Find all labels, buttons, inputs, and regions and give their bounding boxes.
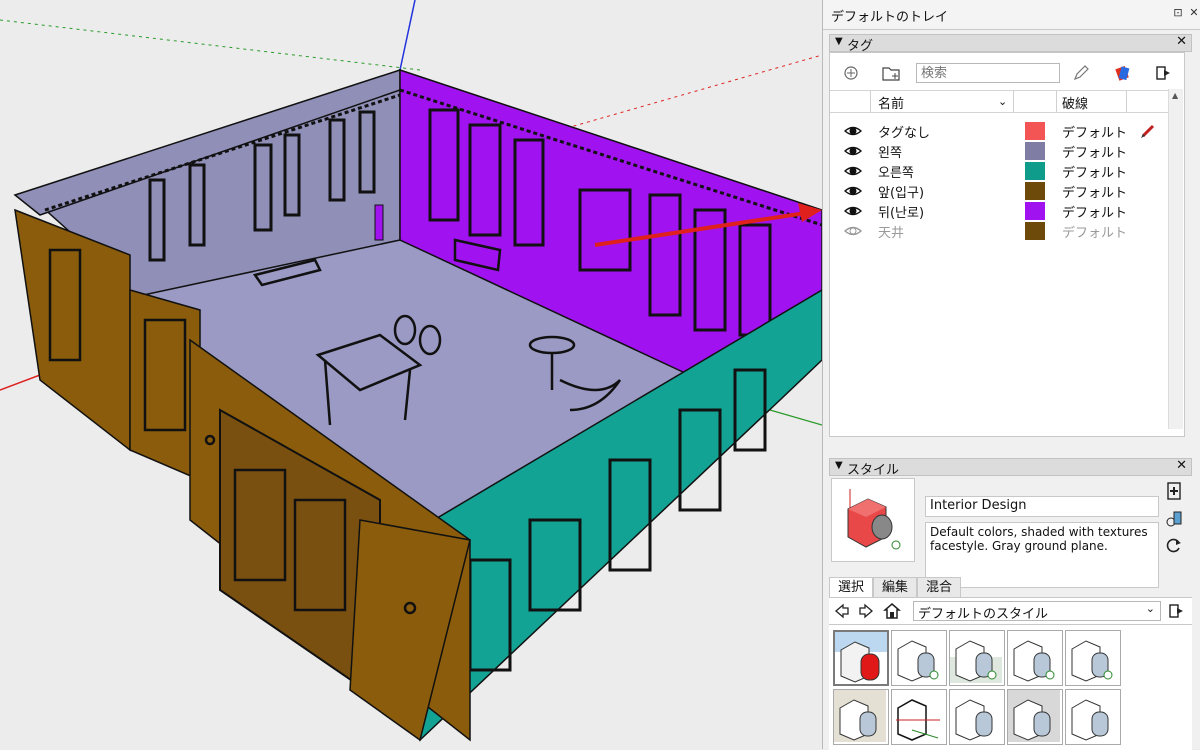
style-thumbnail[interactable] — [1007, 689, 1063, 745]
tag-linestyle[interactable]: デフォルト — [1062, 162, 1127, 181]
tags-panel: 名前 ⌄ 破線 ▲ タグなしデフォルト왼쪽デフォルト오른쪽デフォルト앞(입구)デ… — [829, 52, 1185, 437]
tag-linestyle[interactable]: デフォルト — [1062, 122, 1127, 141]
tag-linestyle[interactable]: デフォルト — [1062, 142, 1127, 161]
visibility-eye-icon[interactable] — [843, 124, 863, 138]
close-icon[interactable]: ✕ — [1176, 34, 1187, 49]
tag-name[interactable]: 天井 — [878, 222, 904, 241]
collapse-icon[interactable]: ▼ — [835, 460, 843, 471]
create-style-icon[interactable] — [1163, 480, 1185, 502]
style-preview-thumbnail — [831, 478, 915, 562]
tab-select[interactable]: 選択 — [829, 577, 873, 597]
tag-color-swatch[interactable] — [1025, 142, 1045, 160]
styles-panel-header[interactable]: ▼ スタイル ✕ — [829, 458, 1192, 478]
close-icon[interactable]: ✕ — [1176, 458, 1187, 473]
red-axis-dashed — [559, 54, 822, 131]
tag-color-swatch[interactable] — [1025, 222, 1045, 240]
green-axis-dashed — [0, 19, 421, 71]
style-thumbnail[interactable] — [949, 689, 1005, 745]
tag-row[interactable]: タグなし デフォルト — [830, 121, 1170, 141]
back-arrow-icon[interactable] — [831, 600, 853, 622]
tag-name[interactable]: 앞(입구) — [878, 182, 924, 201]
style-thumbnail[interactable] — [891, 689, 947, 745]
style-name-field[interactable]: Interior Design — [925, 496, 1159, 517]
style-thumbnail[interactable] — [833, 689, 889, 745]
details-icon[interactable] — [1165, 600, 1187, 622]
green-axis — [769, 409, 822, 426]
tag-name[interactable]: タグなし — [878, 122, 930, 141]
style-collection-value: デフォルトのスタイル — [918, 607, 1049, 622]
tab-edit[interactable]: 編集 — [873, 577, 917, 597]
model-viewport[interactable] — [0, 0, 822, 749]
sort-chevron-icon[interactable]: ⌄ — [998, 95, 1007, 108]
tags-panel-header[interactable]: ▼ タグ ✕ — [829, 34, 1192, 54]
room-model[interactable] — [0, 0, 822, 749]
visibility-eye-icon[interactable] — [843, 184, 863, 198]
add-folder-icon[interactable] — [880, 62, 902, 84]
visibility-eye-icon[interactable] — [843, 204, 863, 218]
tags-scrollbar[interactable]: ▲ — [1168, 89, 1183, 429]
tag-row[interactable]: 天井 デフォルト — [830, 221, 1170, 241]
tag-color-swatch[interactable] — [1025, 182, 1045, 200]
visibility-eye-icon[interactable] — [843, 224, 863, 238]
style-thumbnail[interactable] — [949, 630, 1005, 686]
default-tray: デフォルトのトレイ ⊡ ✕ ▼ タグ ✕ 名前 ⌄ — [822, 0, 1200, 750]
tray-title-bar: デフォルトのトレイ ⊡ ✕ — [823, 0, 1200, 30]
style-thumbnail[interactable] — [1065, 630, 1121, 686]
update-style-icon[interactable] — [1163, 508, 1185, 530]
red-axis — [0, 374, 41, 391]
chevron-down-icon: ⌄ — [1145, 602, 1155, 615]
style-info: Interior Design Default colors, shaded w… — [829, 476, 1192, 588]
style-collection-select[interactable]: デフォルトのスタイル ⌄ — [913, 601, 1161, 622]
tags-column-header: 名前 ⌄ 破線 — [830, 90, 1170, 113]
tag-linestyle[interactable]: デフォルト — [1062, 222, 1127, 241]
add-tag-icon[interactable] — [840, 62, 862, 84]
tag-color-swatch[interactable] — [1025, 162, 1045, 180]
collapse-icon[interactable]: ▼ — [835, 36, 843, 47]
visibility-eye-icon[interactable] — [843, 144, 863, 158]
scroll-up-icon[interactable]: ▲ — [1172, 91, 1178, 100]
style-thumbnail[interactable] — [1065, 689, 1121, 745]
name-column-header[interactable]: 名前 — [878, 93, 904, 112]
tag-row[interactable]: 왼쪽 デフォルト — [830, 141, 1170, 161]
tag-color-swatch[interactable] — [1025, 122, 1045, 140]
home-icon[interactable] — [881, 600, 903, 622]
tag-name[interactable]: 오른쪽 — [878, 162, 914, 181]
tag-row[interactable]: 오른쪽 デフォルト — [830, 161, 1170, 181]
pin-icon[interactable]: ⊡ — [1171, 6, 1185, 20]
visibility-eye-icon[interactable] — [843, 164, 863, 178]
style-thumbnail[interactable] — [833, 630, 889, 686]
tag-row[interactable]: 앞(입구) デフォルト — [830, 181, 1170, 201]
tag-name[interactable]: 왼쪽 — [878, 142, 902, 161]
style-thumbnail[interactable] — [891, 630, 947, 686]
tag-search-input[interactable] — [916, 63, 1060, 83]
tag-name[interactable]: 뒤(난로) — [878, 202, 924, 221]
details-icon[interactable] — [1152, 62, 1174, 84]
style-nav-row: デフォルトのスタイル ⌄ — [829, 597, 1192, 624]
active-tag-pencil-icon — [1140, 123, 1156, 143]
blue-axis — [399, 0, 416, 71]
linestyle-column-header[interactable]: 破線 — [1062, 93, 1088, 112]
style-thumbnail[interactable] — [1007, 630, 1063, 686]
tray-title: デフォルトのトレイ — [831, 10, 949, 25]
style-thumbnail-grid — [829, 624, 1192, 750]
tag-row[interactable]: 뒤(난로) デフォルト — [830, 201, 1170, 221]
tab-mix[interactable]: 混合 — [917, 577, 961, 597]
tag-color-swatch[interactable] — [1025, 202, 1045, 220]
tag-tool-icon[interactable] — [1070, 62, 1092, 84]
tag-linestyle[interactable]: デフォルト — [1062, 182, 1127, 201]
color-by-tag-icon[interactable] — [1112, 62, 1134, 84]
close-icon[interactable]: ✕ — [1187, 6, 1200, 20]
refresh-icon[interactable] — [1163, 534, 1185, 556]
forward-arrow-icon[interactable] — [855, 600, 877, 622]
tag-linestyle[interactable]: デフォルト — [1062, 202, 1127, 221]
